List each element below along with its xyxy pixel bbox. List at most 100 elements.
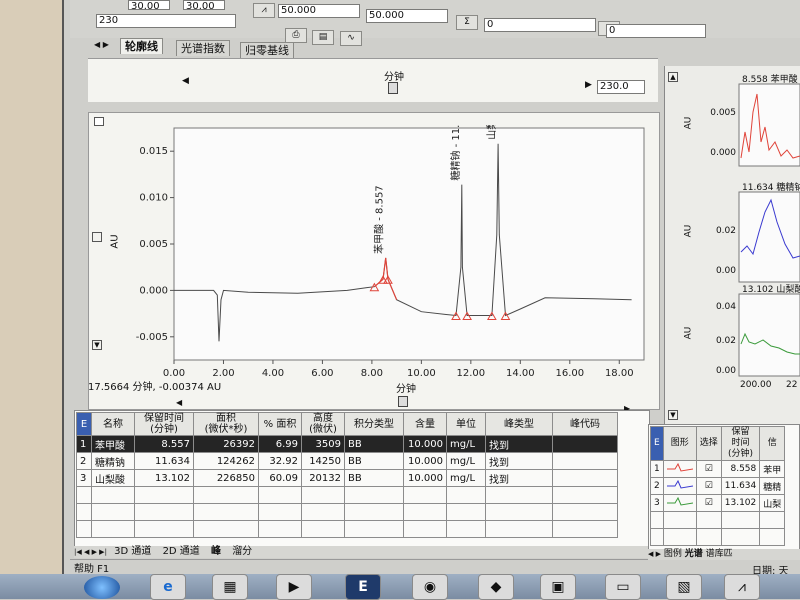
- app-icon-3[interactable]: ▭: [605, 574, 641, 600]
- table-row[interactable]: 2 糖精钠 11.634 124262 32.92 14250 BB 10.000 mg/L 找到: [76, 452, 618, 470]
- empty-cell: [301, 486, 345, 504]
- folder-icon[interactable]: ▦: [212, 574, 248, 600]
- spectrum-y-tick: 0.00: [715, 366, 736, 376]
- bottom-tab-3d[interactable]: 3D 通道: [114, 546, 151, 557]
- legend-swatch: [662, 494, 697, 512]
- legend-row[interactable]: 2 ☑ 11.634 糖精: [650, 477, 786, 495]
- empty-cell: [552, 486, 618, 504]
- right-bottom-tabs: ◀ ▶ 图例 光谱 谱库匹: [648, 549, 800, 560]
- empty-cell: [258, 486, 302, 504]
- value-box-4[interactable]: 50.000: [366, 9, 448, 23]
- tab-baseline[interactable]: 归零基线: [240, 42, 294, 58]
- start-button[interactable]: [84, 576, 120, 599]
- legend-col-header[interactable]: 图形: [662, 426, 697, 461]
- dropdown-wavelength[interactable]: 230: [96, 14, 236, 28]
- app-icon-4[interactable]: ▧: [666, 574, 702, 600]
- legend-row[interactable]: 1 ☑ 8.558 苯甲: [650, 460, 786, 478]
- print-icon[interactable]: ⎙: [285, 28, 307, 43]
- empty-cell: [720, 511, 761, 529]
- empty-cell: [76, 520, 92, 538]
- table-cell: 8.557: [134, 435, 194, 453]
- empty-cell: [403, 503, 447, 521]
- hscroll-left-icon[interactable]: ◀: [176, 398, 182, 407]
- results-col-header[interactable]: E: [76, 412, 92, 436]
- empower-icon[interactable]: E: [345, 574, 381, 600]
- slider-value[interactable]: 230.0: [597, 80, 645, 94]
- empty-cell: [485, 520, 553, 538]
- browser-icon[interactable]: e: [150, 574, 186, 600]
- table-cell: 226850: [193, 469, 259, 487]
- results-col-header[interactable]: 含量: [403, 412, 447, 436]
- slider-right-arrow[interactable]: ▶: [585, 80, 592, 90]
- results-col-header[interactable]: 峰代码: [552, 412, 618, 436]
- app-icon-5[interactable]: ⩘: [724, 574, 760, 600]
- legend-name: 山梨: [759, 494, 786, 512]
- value-box-5[interactable]: 0: [484, 18, 596, 32]
- right-tab-nav-icon[interactable]: ◀ ▶: [648, 550, 661, 558]
- bottom-tab-2d[interactable]: 2D 通道: [163, 546, 200, 557]
- bottom-tab-fractions[interactable]: 溜分: [232, 546, 252, 557]
- chart-window-icon[interactable]: [94, 117, 104, 126]
- bottom-tab-peaks[interactable]: 峰: [211, 546, 221, 557]
- results-col-header[interactable]: 面积 (微伏*秒): [193, 412, 259, 436]
- legend-col-header[interactable]: 选择: [695, 426, 722, 461]
- y-expand-button[interactable]: [92, 232, 102, 242]
- status-bar: [70, 559, 800, 573]
- spectrum-1-area: [738, 83, 800, 167]
- spectra-svg: [738, 83, 800, 377]
- spectrum-y-tick: 0.000: [710, 148, 736, 158]
- table-row[interactable]: 1 苯甲酸 8.557 26392 6.99 3509 BB 10.000 mg/L 找到: [76, 435, 618, 453]
- legend-empty-row: [650, 511, 786, 529]
- empty-cell: [344, 503, 404, 521]
- bottom-tab-nav-icon[interactable]: |◀ ◀ ▶ ▶|: [74, 548, 107, 556]
- right-tab-spectrum[interactable]: 光谱: [685, 549, 703, 559]
- tab-profile[interactable]: 轮廓线: [120, 38, 163, 54]
- x-tick-label: 8.00: [361, 368, 383, 379]
- value-box-3[interactable]: 50.000: [278, 4, 360, 18]
- sum-icon[interactable]: Σ: [456, 15, 478, 30]
- tab-spectral-index[interactable]: 光谱指数: [176, 40, 230, 56]
- results-col-header[interactable]: % 面积: [258, 412, 302, 436]
- results-table: E 名称 保留时间 (分钟) 面积 (微伏*秒)% 面积 高度 (微伏) 积分类型 含量 单位 峰类型…: [76, 412, 618, 538]
- table-cell: 10.000: [403, 452, 447, 470]
- right-panel-scroll-down[interactable]: ▼: [668, 410, 678, 420]
- value-box-1[interactable]: 30.00: [128, 0, 170, 12]
- results-col-header[interactable]: 单位: [446, 412, 486, 436]
- results-col-header[interactable]: 积分类型: [344, 412, 404, 436]
- legend-checkbox[interactable]: ☑: [695, 477, 722, 495]
- empty-cell: [301, 503, 345, 521]
- value-box-6[interactable]: 0: [606, 24, 706, 38]
- value-box-2[interactable]: 30.00: [183, 0, 225, 12]
- bar-icon[interactable]: ▤: [312, 30, 334, 45]
- media-icon[interactable]: ▶: [276, 574, 312, 600]
- results-col-header[interactable]: 名称: [91, 412, 135, 436]
- legend-checkbox[interactable]: ☑: [695, 494, 722, 512]
- tab-nav-left-icon[interactable]: ◀ ▶: [94, 40, 109, 49]
- legend-row-number: 3: [650, 494, 664, 512]
- right-tab-legend[interactable]: 图例: [664, 549, 682, 559]
- right-tab-library[interactable]: 谱库匹: [706, 549, 733, 559]
- results-col-header[interactable]: 高度 (微伏): [301, 412, 345, 436]
- empty-cell: [485, 486, 553, 504]
- wave-icon[interactable]: ⩘: [253, 3, 275, 18]
- table-cell: 2: [76, 452, 92, 470]
- hscroll-thumb[interactable]: [398, 396, 408, 407]
- legend-empty-row: [650, 528, 786, 546]
- legend-col-header[interactable]: 信: [759, 426, 786, 461]
- results-col-header[interactable]: 保留时间 (分钟): [134, 412, 194, 436]
- slider-thumb[interactable]: [388, 82, 398, 94]
- right-panel-scroll-up[interactable]: ▲: [668, 72, 678, 82]
- table-row[interactable]: 3 山梨酸 13.102 226850 60.09 20132 BB 10.000 mg/L 找到: [76, 469, 618, 487]
- legend-row[interactable]: 3 ☑ 13.102 山梨: [650, 494, 786, 512]
- plot-area: [173, 127, 645, 361]
- stats-icon[interactable]: ∿: [340, 31, 362, 46]
- disc-icon[interactable]: ◉: [412, 574, 448, 600]
- app-icon-2[interactable]: ▣: [540, 574, 576, 600]
- slider-left-arrow[interactable]: ◀: [182, 76, 189, 86]
- app-icon-1[interactable]: ◆: [478, 574, 514, 600]
- legend-col-header[interactable]: 保留 时间 (分钟): [720, 426, 761, 461]
- legend-checkbox[interactable]: ☑: [695, 460, 722, 478]
- y-down-button[interactable]: ▼: [92, 340, 102, 350]
- results-col-header[interactable]: 峰类型: [485, 412, 553, 436]
- table-cell: BB: [344, 435, 404, 453]
